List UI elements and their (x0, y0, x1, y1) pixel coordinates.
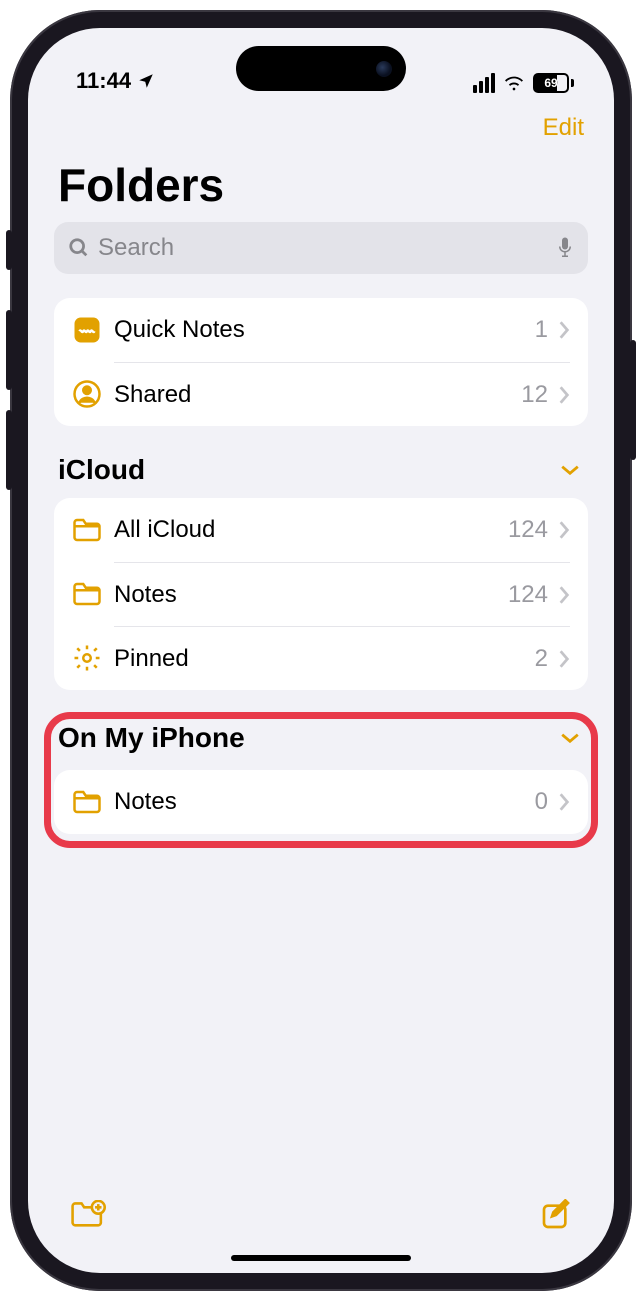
content: Quick Notes 1 Shared 12 (28, 274, 614, 1185)
chevron-right-icon (558, 649, 570, 669)
battery-level: 69 (544, 76, 557, 90)
folder-row-pinned[interactable]: Pinned 2 (54, 626, 588, 690)
front-camera (376, 61, 392, 77)
chevron-right-icon (558, 320, 570, 340)
row-label: Shared (114, 381, 521, 409)
chevron-down-icon (560, 463, 580, 477)
power-button (630, 340, 636, 460)
page-title: Folders (28, 148, 614, 220)
location-icon (137, 72, 155, 90)
on-my-iphone-folders-group: Notes 0 (54, 770, 588, 834)
side-button (6, 230, 12, 270)
row-label: Quick Notes (114, 316, 535, 344)
new-folder-button[interactable] (70, 1200, 106, 1230)
quicknotes-icon (72, 315, 114, 345)
section-header-on-my-iphone[interactable]: On My iPhone (54, 694, 588, 760)
icloud-folders-group: All iCloud 124 Notes 124 (54, 498, 588, 690)
wifi-icon (503, 72, 525, 94)
chevron-right-icon (558, 792, 570, 812)
folder-row-all-icloud[interactable]: All iCloud 124 (54, 498, 588, 562)
microphone-icon[interactable] (556, 236, 574, 260)
bottom-toolbar (28, 1185, 614, 1255)
gear-icon (72, 643, 114, 673)
section-title: iCloud (58, 454, 145, 486)
row-count: 2 (535, 645, 548, 673)
search-icon (68, 237, 90, 259)
row-count: 12 (521, 381, 548, 409)
chevron-right-icon (558, 385, 570, 405)
battery-icon: 69 (533, 73, 574, 93)
row-count: 124 (508, 516, 548, 544)
new-note-button[interactable] (540, 1199, 572, 1231)
home-indicator[interactable] (231, 1255, 411, 1261)
section-header-icloud[interactable]: iCloud (54, 426, 588, 492)
row-label: Notes (114, 581, 508, 609)
volume-up-button (6, 310, 12, 390)
screen: 11:44 69 Edit Fo (28, 28, 614, 1273)
volume-down-button (6, 410, 12, 490)
section-title: On My iPhone (58, 722, 245, 754)
device-frame: 11:44 69 Edit Fo (10, 10, 632, 1291)
search-input[interactable]: Search (54, 222, 588, 274)
folder-icon (72, 517, 114, 543)
row-label: Pinned (114, 645, 535, 673)
row-count: 124 (508, 581, 548, 609)
folder-row-notes-local[interactable]: Notes 0 (54, 770, 588, 834)
chevron-right-icon (558, 585, 570, 605)
folder-icon (72, 789, 114, 815)
folder-row-quick-notes[interactable]: Quick Notes 1 (54, 298, 588, 362)
folder-row-notes-icloud[interactable]: Notes 124 (54, 562, 588, 626)
row-label: Notes (114, 788, 535, 816)
search-placeholder: Search (98, 234, 548, 262)
folder-icon (72, 581, 114, 607)
dynamic-island (236, 46, 406, 91)
status-time: 11:44 (76, 68, 131, 94)
row-label: All iCloud (114, 516, 508, 544)
edit-button[interactable]: Edit (543, 114, 584, 142)
chevron-down-icon (560, 731, 580, 745)
row-count: 1 (535, 316, 548, 344)
row-count: 0 (535, 788, 548, 816)
highlighted-section: On My iPhone Notes 0 (54, 694, 588, 834)
folder-row-shared[interactable]: Shared 12 (54, 362, 588, 426)
system-folders-group: Quick Notes 1 Shared 12 (54, 298, 588, 426)
shared-icon (72, 379, 114, 409)
chevron-right-icon (558, 520, 570, 540)
nav-bar: Edit (28, 96, 614, 148)
cellular-icon (473, 73, 495, 93)
